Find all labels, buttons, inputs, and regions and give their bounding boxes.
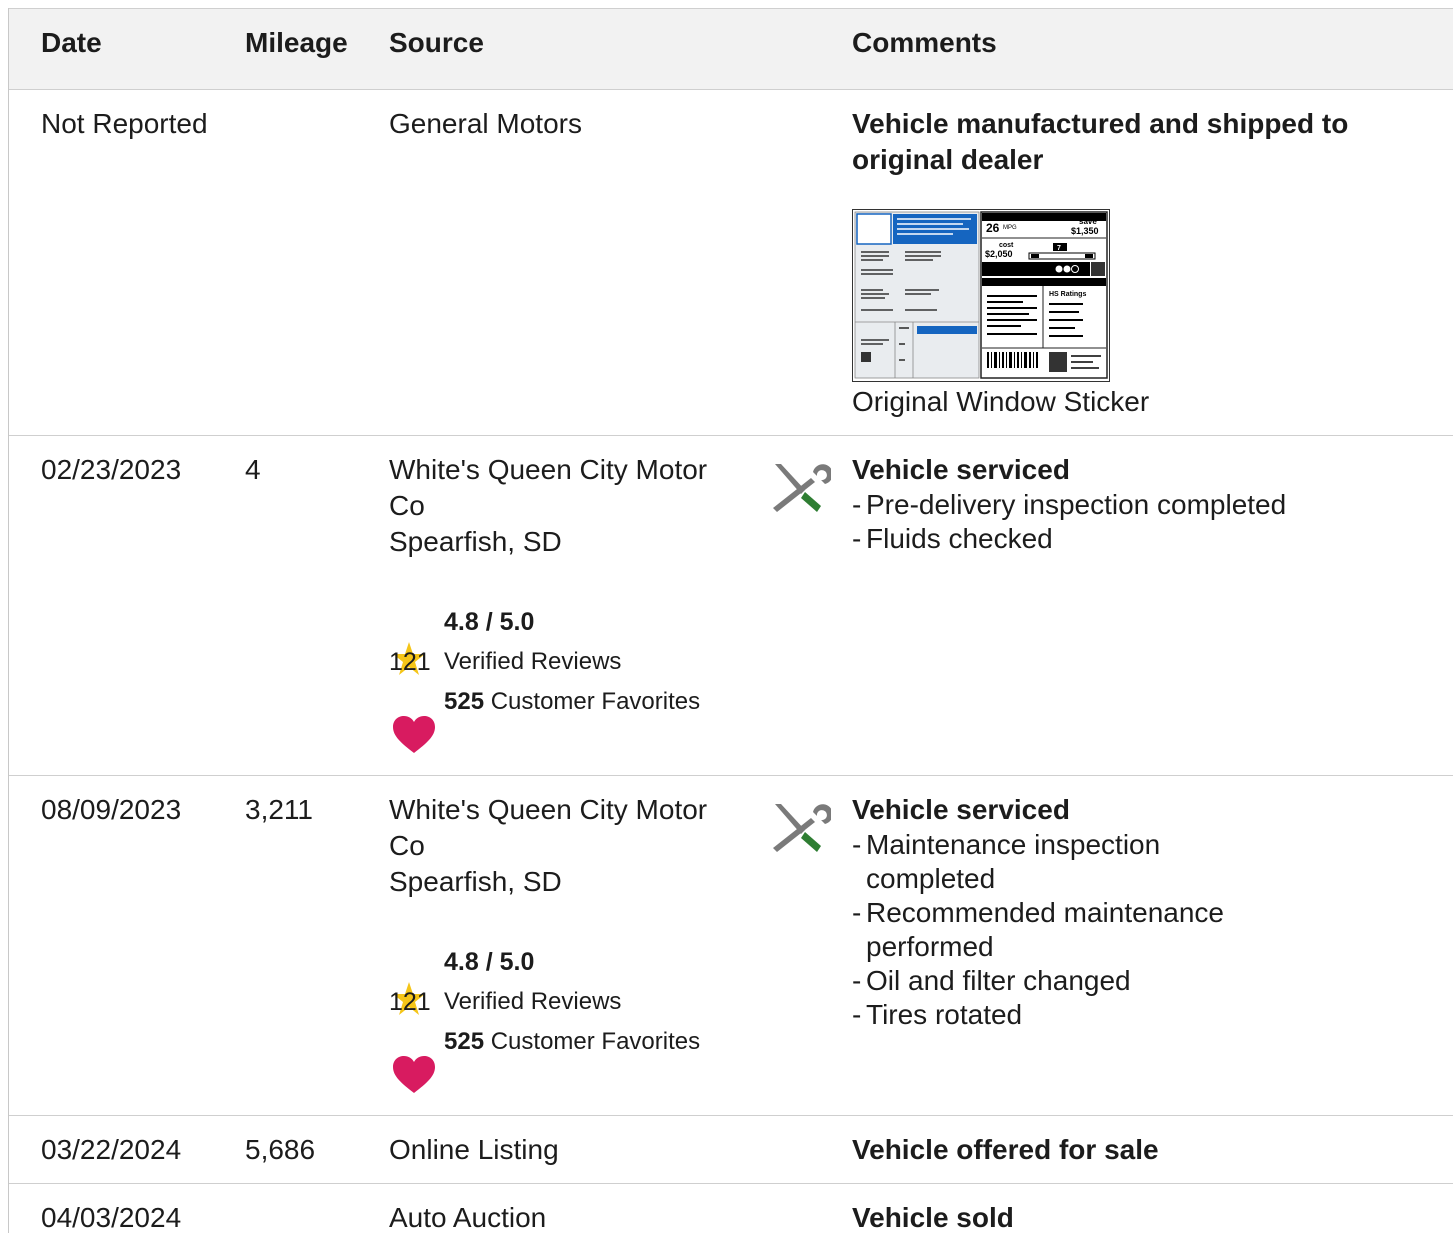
heart-icon [393,1056,435,1093]
row-comment-title: Vehicle manufactured and shipped to orig… [852,106,1432,178]
header-mileage: Mileage [245,27,348,58]
header-comments: Comments [852,27,997,58]
comment-item: Recommended maintenance performed [852,896,1292,964]
header-date: Date [41,27,102,58]
row-date: 03/22/2024 [41,1134,182,1165]
row-mileage: 4 [245,454,261,485]
rating-score: 4.8 / 5.0 [444,608,535,636]
header-source: Source [389,27,484,58]
row-source: Auto Auction [389,1202,547,1233]
verified-reviews[interactable]: 121 Verified Reviews [389,988,621,1017]
review-label: Verified Reviews [444,648,622,675]
row-date: Not Reported [41,108,208,139]
service-wrench-icon [773,804,831,852]
favorites-count: 525 [444,1028,485,1055]
row-mileage: 5,686 [245,1134,316,1165]
sticker-mpg-unit: MPG [1003,225,1017,231]
dealer-name-line[interactable]: Co [389,488,769,524]
table-row: 02/23/2023 4 White's Queen City Motor Co… [9,436,1453,776]
dealer-location: Spearfish, SD [389,526,562,557]
favorites-label: Customer Favorites [490,688,701,715]
comment-item: Oil and filter changed [852,964,1292,998]
comment-title-line: Vehicle manufactured and shipped to [852,108,1349,139]
comment-item: Pre-delivery inspection completed [852,488,1432,522]
comment-title: Vehicle serviced [852,794,1070,825]
row-comments: Vehicle serviced Maintenance inspection … [852,792,1292,1032]
comment-item: Tires rotated [852,998,1292,1032]
review-count: 121 [389,988,431,1016]
table-header: Date Mileage Source Comments [9,8,1453,90]
row-source: White's Queen City Motor Co Spearfish, S… [389,792,769,900]
sticker-ratings-title: HS Ratings [1049,291,1086,298]
row-source: Online Listing [389,1134,559,1165]
favorites-count: 525 [444,688,485,715]
row-source: White's Queen City Motor Co Spearfish, S… [389,452,769,560]
dealer-name-line[interactable]: White's Queen City Motor [389,792,769,828]
row-date: 02/23/2023 [41,454,182,485]
table-row: 04/03/2024 Auto Auction Vehicle sold [9,1184,1453,1233]
comment-title: Vehicle serviced [852,454,1070,485]
row-mileage: 3,211 [245,794,313,825]
rating-score: 4.8 / 5.0 [444,948,535,976]
dealer-name-line[interactable]: White's Queen City Motor [389,452,769,488]
verified-reviews[interactable]: 121 Verified Reviews [389,648,621,677]
row-comments: Vehicle serviced Pre-delivery inspection… [852,452,1432,556]
comment-title-line: original dealer [852,144,1044,175]
sticker-mpg: 26 [986,221,1000,235]
heart-icon [393,716,435,753]
window-sticker-thumbnail[interactable]: 26 MPG save $1,350 cost $2,050 7 HS Rati… [852,209,1110,382]
customer-favorites[interactable]: 525 Customer Favorites [444,1028,700,1056]
row-source: General Motors [389,108,582,139]
row-date: 08/09/2023 [41,794,182,825]
service-wrench-icon [773,464,831,512]
sticker-cost-amount: $2,050 [985,249,1013,259]
table-row: 08/09/2023 3,211 White's Queen City Moto… [9,776,1453,1116]
dealer-name-line[interactable]: Co [389,828,769,864]
sticker-cost-label: cost [999,242,1014,249]
favorites-label: Customer Favorites [490,1028,701,1055]
sticker-rating-value: 7 [1057,245,1061,252]
window-sticker-link[interactable]: Original Window Sticker [852,386,1149,418]
vehicle-history-table: Date Mileage Source Comments Not Reporte… [8,8,1453,1233]
sticker-save-label: save [1079,217,1097,226]
table-row: Not Reported General Motors Vehicle manu… [9,90,1453,436]
comment-title: Vehicle sold [852,1202,1014,1233]
table-row: 03/22/2024 5,686 Online Listing Vehicle … [9,1116,1453,1184]
comment-item: Maintenance inspection completed [852,828,1292,896]
comment-item: Fluids checked [852,522,1432,556]
comment-title: Vehicle offered for sale [852,1134,1159,1165]
review-count: 121 [389,648,431,676]
row-date: 04/03/2024 [41,1202,182,1233]
sticker-save-amount: $1,350 [1071,226,1099,236]
review-label: Verified Reviews [444,988,622,1015]
customer-favorites[interactable]: 525 Customer Favorites [444,688,700,716]
dealer-location: Spearfish, SD [389,866,562,897]
